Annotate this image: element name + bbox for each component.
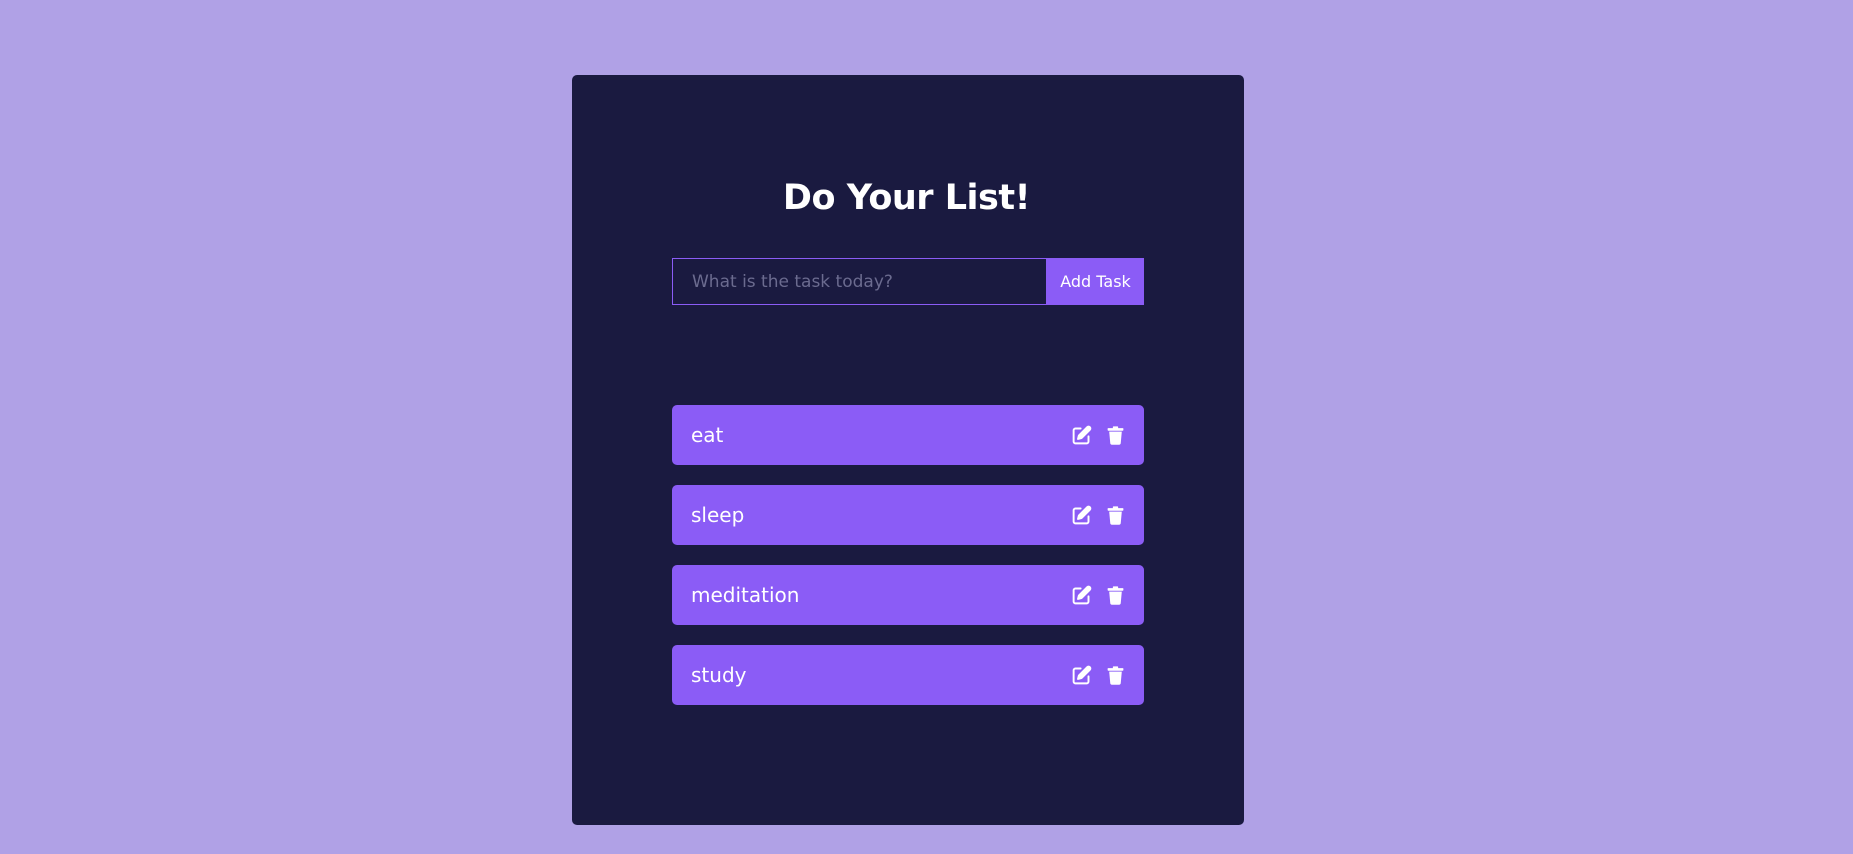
add-task-button[interactable]: Add Task bbox=[1047, 258, 1144, 305]
edit-icon[interactable] bbox=[1071, 585, 1092, 606]
task-label[interactable]: sleep bbox=[691, 503, 744, 527]
trash-icon[interactable] bbox=[1105, 425, 1126, 446]
task-input[interactable] bbox=[672, 258, 1047, 305]
page-title: Do Your List! bbox=[782, 178, 1031, 218]
task-list: eat sleep meditation study bbox=[672, 405, 1144, 725]
edit-icon[interactable] bbox=[1071, 425, 1092, 446]
task-item: study bbox=[672, 645, 1144, 705]
trash-icon[interactable] bbox=[1105, 505, 1126, 526]
task-label[interactable]: eat bbox=[691, 423, 723, 447]
task-item: eat bbox=[672, 405, 1144, 465]
task-actions bbox=[1071, 425, 1126, 446]
trash-icon[interactable] bbox=[1105, 585, 1126, 606]
task-actions bbox=[1071, 665, 1126, 686]
task-item: meditation bbox=[672, 565, 1144, 625]
task-actions bbox=[1071, 585, 1126, 606]
task-actions bbox=[1071, 505, 1126, 526]
trash-icon[interactable] bbox=[1105, 665, 1126, 686]
task-item: sleep bbox=[672, 485, 1144, 545]
task-form: Add Task bbox=[672, 258, 1144, 305]
task-label[interactable]: meditation bbox=[691, 583, 799, 607]
edit-icon[interactable] bbox=[1071, 665, 1092, 686]
edit-icon[interactable] bbox=[1071, 505, 1092, 526]
task-label[interactable]: study bbox=[691, 663, 746, 687]
